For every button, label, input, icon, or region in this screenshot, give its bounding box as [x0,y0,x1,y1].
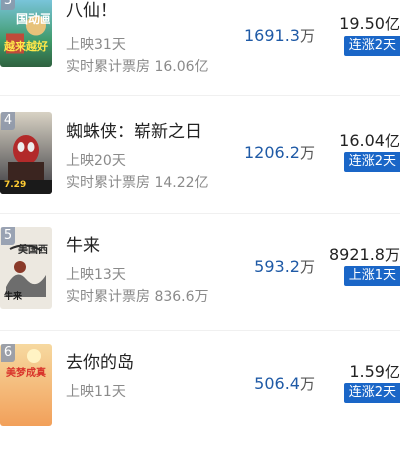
release-days: 上映31天 [66,37,126,53]
cumulative-box-office: 实时累计票房 16.06亿 [66,59,209,75]
total-unit: 亿 [384,132,400,150]
predicted-total: 8921.8万 [329,244,400,265]
total-value: 19.50 [339,14,385,33]
trend-badge: 连涨2天 [343,383,400,403]
cumulative-box-office: 实时累计票房 836.6万 [66,289,209,305]
total-unit: 万 [384,246,400,264]
poster-caption: 美梦成真 [6,368,46,379]
daily-value: 1691.3 [244,26,300,45]
rank-badge: 3 [1,0,15,10]
trend-badge: 上涨1天 [343,266,400,286]
total-unit: 亿 [384,15,400,33]
predicted-total: 19.50亿 [339,13,400,34]
cumulative-box-office: 实时累计票房 14.22亿 [66,175,209,191]
release-days: 上映13天 [66,267,126,283]
box-office-row[interactable]: 4 7.29 蜘蛛侠：崭新之日 上映20天 实时累计票房 14.22亿 1206… [0,107,400,222]
movie-title: 蜘蛛侠：崭新之日 [66,122,202,142]
movie-title: 牛来 [66,236,100,256]
poster-caption: 7.29 [4,180,27,190]
movie-poster[interactable]: 6 美梦成真 [0,344,52,426]
daily-box-office: 1691.3万 [244,25,315,46]
row-divider [0,330,400,331]
poster-caption: 美国西 [18,245,48,256]
rank-badge: 6 [1,344,15,362]
daily-unit: 万 [299,27,315,45]
box-office-row[interactable]: 5 美国西 牛来 牛来 上映13天 实时累计票房 836.6万 593.2万 8… [0,223,400,338]
rank-badge: 4 [1,112,15,130]
poster-caption: 牛来 [4,292,23,302]
movie-poster[interactable]: 3 国动画 越来越好 [0,0,52,67]
daily-unit: 万 [299,375,315,393]
daily-unit: 万 [299,144,315,162]
row-divider [0,213,400,214]
movie-poster[interactable]: 5 美国西 牛来 [0,227,52,309]
release-days: 上映11天 [66,384,126,400]
release-days: 上映20天 [66,153,126,169]
daily-value: 1206.2 [244,143,300,162]
predicted-total: 16.04亿 [339,130,400,151]
total-value: 1.59 [349,362,385,381]
predicted-total: 1.59亿 [349,361,400,382]
movie-title: 去你的岛 [66,353,134,373]
trend-badge: 连涨2天 [343,36,400,56]
rank-badge: 5 [1,227,15,245]
movie-title: 八仙！ [66,1,117,21]
total-value: 16.04 [339,131,385,150]
daily-value: 506.4 [254,374,300,393]
daily-unit: 万 [299,258,315,276]
daily-box-office: 1206.2万 [244,142,315,163]
box-office-row[interactable]: 3 国动画 越来越好 八仙！ 上映31天 实时累计票房 16.06亿 1691.… [0,0,400,107]
poster-caption: 国动画 [16,12,50,26]
daily-value: 593.2 [254,257,300,276]
total-unit: 亿 [384,363,400,381]
daily-box-office: 506.4万 [254,373,315,394]
movie-poster[interactable]: 4 7.29 [0,112,52,194]
poster-caption: 越来越好 [4,40,48,53]
total-value: 8921.8 [329,245,385,264]
daily-box-office: 593.2万 [254,256,315,277]
box-office-row[interactable]: 6 美梦成真 去你的岛 上映11天 506.4万 1.59亿 连涨2天 [0,340,400,455]
row-divider [0,95,400,96]
trend-badge: 连涨2天 [343,152,400,172]
